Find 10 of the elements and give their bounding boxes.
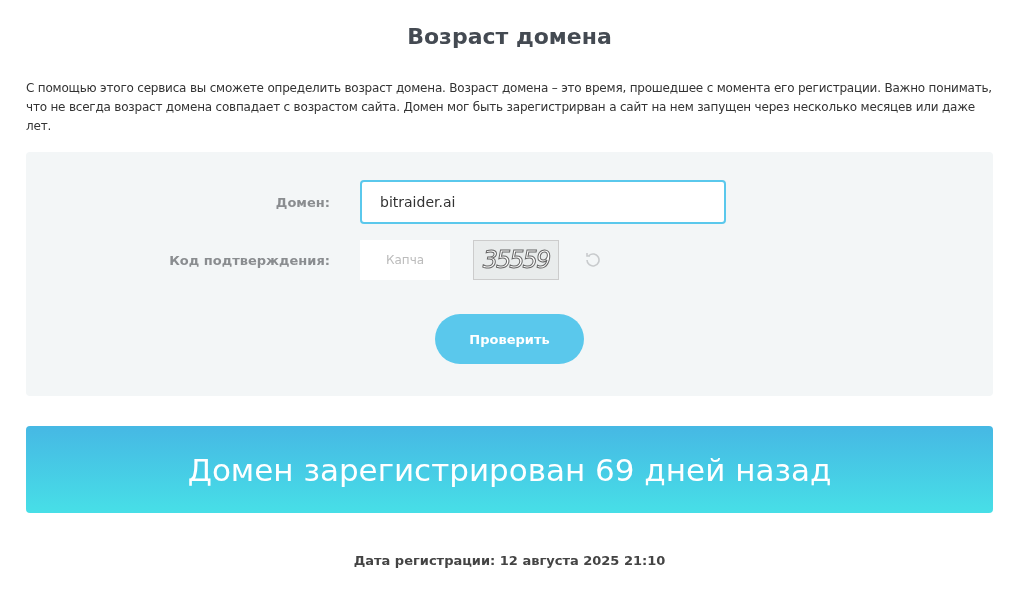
captcha-image: 35559 [473, 240, 559, 280]
captcha-field[interactable]: Капча [360, 240, 450, 280]
domain-label: Домен: [274, 194, 331, 210]
result-banner: Домен зарегистрирован 69 дней назад [26, 426, 993, 513]
page-title: Возраст домена [406, 24, 613, 49]
refresh-icon[interactable] [583, 250, 603, 270]
registration-date: Дата регистрации: 12 августа 2025 21:10 [352, 553, 667, 568]
captcha-label: Код подтверждения: [168, 252, 331, 268]
description: С помощью этого сервиса вы сможете определить возраст домена. Возраст домена – это время, прошедшее с момента его регистрации. Важно понимать, что не всегда возраст домена совпадает с возрастом сайта. Домен мог быть зарегистрирван а сайт на нем запущен через несколько месяцев или даже лет. [26, 80, 993, 135]
domain-field[interactable]: bitraider.ai [360, 180, 726, 224]
